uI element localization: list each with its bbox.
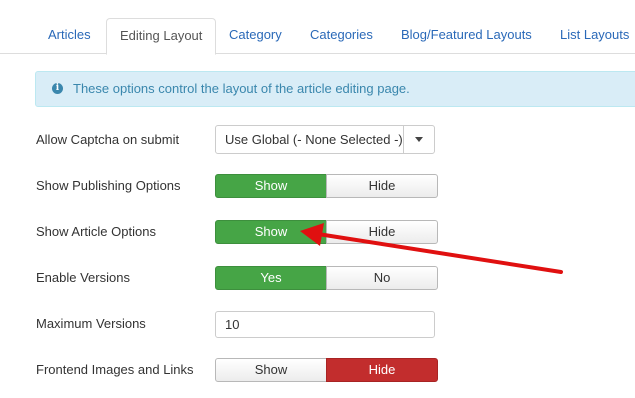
tab-blog-featured-layouts[interactable]: Blog/Featured Layouts xyxy=(388,18,545,54)
info-alert-text: These options control the layout of the … xyxy=(73,81,410,96)
article-options-show-button[interactable]: Show xyxy=(215,220,327,244)
versions-no-button[interactable]: No xyxy=(326,266,438,290)
tab-category[interactable]: Category xyxy=(216,18,295,54)
article-options-hide-button[interactable]: Hide xyxy=(326,220,438,244)
tab-articles[interactable]: Articles xyxy=(35,18,104,54)
publishing-options-toggle: Show Hide xyxy=(215,174,438,198)
tab-bar: Articles Editing Layout Category Categor… xyxy=(0,0,635,55)
frontend-images-label: Frontend Images and Links xyxy=(36,362,194,377)
chevron-down-icon xyxy=(415,137,423,142)
tab-editing-layout[interactable]: Editing Layout xyxy=(106,18,217,55)
article-options-label: Show Article Options xyxy=(36,224,156,239)
enable-versions-toggle: Yes No xyxy=(215,266,438,290)
editing-layout-page: Articles Editing Layout Category Categor… xyxy=(0,0,635,398)
article-options-toggle: Show Hide xyxy=(215,220,438,244)
annotation-arrow-icon xyxy=(300,223,563,274)
captcha-label: Allow Captcha on submit xyxy=(36,132,180,147)
info-icon: i xyxy=(52,83,63,94)
frontend-images-hide-button[interactable]: Hide xyxy=(326,358,438,382)
maximum-versions-input[interactable] xyxy=(215,311,435,338)
info-alert: i These options control the layout of th… xyxy=(35,71,635,107)
tab-categories[interactable]: Categories xyxy=(297,18,386,54)
captcha-select-toggle[interactable] xyxy=(403,126,434,153)
publishing-options-label: Show Publishing Options xyxy=(36,178,181,193)
frontend-images-toggle: Show Hide xyxy=(215,358,438,382)
enable-versions-label: Enable Versions xyxy=(36,270,130,285)
publishing-hide-button[interactable]: Hide xyxy=(326,174,438,198)
tab-list-layouts[interactable]: List Layouts xyxy=(547,18,635,54)
frontend-images-show-button[interactable]: Show xyxy=(215,358,327,382)
publishing-show-button[interactable]: Show xyxy=(215,174,327,198)
captcha-select-value: Use Global (- None Selected -) xyxy=(225,132,403,147)
versions-yes-button[interactable]: Yes xyxy=(215,266,327,290)
captcha-select[interactable]: Use Global (- None Selected -) xyxy=(215,125,435,154)
maximum-versions-label: Maximum Versions xyxy=(36,316,146,331)
